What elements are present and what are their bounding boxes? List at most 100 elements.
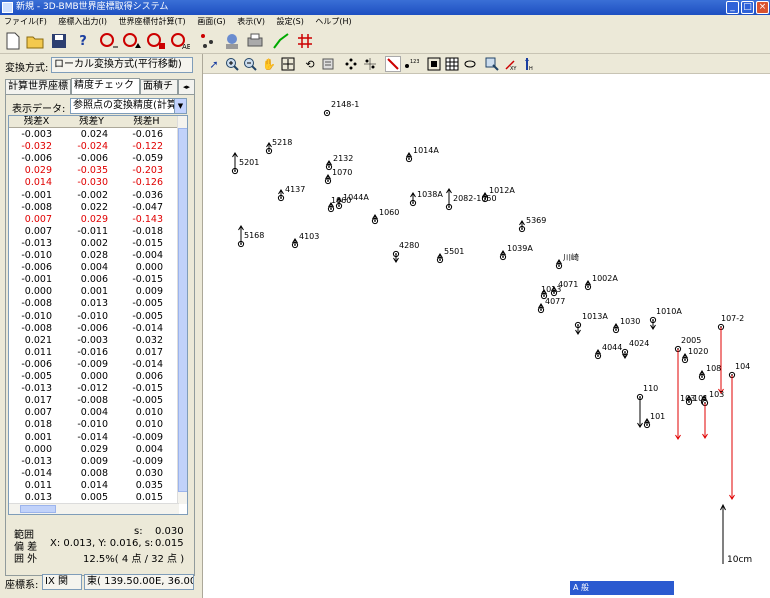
survey-point[interactable]: 1030 (612, 317, 640, 334)
close-button[interactable]: × (756, 1, 769, 14)
table-row[interactable]: -0.013 0.002 -0.015 (9, 238, 179, 250)
survey-point[interactable]: 1060 (371, 208, 399, 225)
survey-point[interactable]: 1014A (405, 146, 439, 163)
table-row[interactable]: -0.003 0.024 -0.016 (9, 129, 179, 141)
header-residual-x[interactable]: 残差X (9, 116, 64, 128)
tab-accuracy-check[interactable]: 精度チェック (71, 78, 140, 94)
table-row[interactable]: -0.010 -0.010 -0.005 (9, 311, 179, 323)
table-row[interactable]: -0.032 -0.024 -0.122 (9, 141, 179, 153)
chevron-down-icon[interactable]: ▼ (174, 99, 186, 113)
table-row[interactable]: 0.000 0.029 0.004 (9, 444, 179, 456)
survey-point[interactable]: 1013A (574, 312, 608, 335)
table-row[interactable]: 0.014 -0.030 -0.126 (9, 177, 179, 189)
survey-point[interactable]: 1002A (584, 274, 618, 291)
table-row[interactable]: -0.008 0.022 -0.047 (9, 202, 179, 214)
survey-point[interactable]: 1010A (649, 307, 682, 330)
tab-world-coords[interactable]: 計算世界座標 (5, 79, 71, 94)
table-row[interactable]: -0.010 0.028 -0.004 (9, 250, 179, 262)
point-label: 2148-1 (331, 100, 359, 109)
table-row[interactable]: -0.001 0.006 -0.015 (9, 274, 179, 286)
point-label: 1060 (379, 208, 399, 217)
survey-point[interactable]: 108 (698, 364, 721, 381)
search-people-icon[interactable] (222, 31, 242, 51)
menu-view[interactable]: 表示(V) (237, 17, 265, 26)
survey-point[interactable]: 5369 (518, 216, 546, 233)
survey-point[interactable]: 4044 (594, 343, 622, 360)
header-residual-h[interactable]: 残差H (119, 116, 174, 128)
cell-residual-h: -0.036 (132, 189, 163, 201)
table-row[interactable]: 0.017 -0.008 -0.005 (9, 395, 179, 407)
print-icon[interactable] (245, 31, 265, 51)
calc-tool-2-icon[interactable] (122, 31, 142, 51)
survey-point[interactable]: 1020 (681, 347, 708, 364)
table-row[interactable]: -0.005 0.000 0.006 (9, 371, 179, 383)
vertical-scrollbar[interactable] (177, 116, 187, 504)
survey-point[interactable]: 4103 (291, 232, 319, 249)
survey-point[interactable]: 1070 (324, 168, 352, 185)
menu-calc[interactable]: 世界座標付計算(T) (119, 17, 186, 26)
grid-tool-icon[interactable] (295, 31, 315, 51)
survey-point[interactable]: 4137 (277, 185, 305, 202)
table-row[interactable]: -0.013 0.009 -0.009 (9, 456, 179, 468)
table-row[interactable]: 0.000 0.001 0.009 (9, 286, 179, 298)
table-row[interactable]: -0.008 0.013 -0.005 (9, 298, 179, 310)
ime-toolbar[interactable]: A 般 (569, 580, 675, 596)
menu-file[interactable]: ファイル(F) (4, 17, 47, 26)
survey-point[interactable]: 104 (728, 362, 750, 500)
survey-point[interactable]: 4024 (621, 339, 649, 359)
table-row[interactable]: 0.007 -0.011 -0.018 (9, 226, 179, 238)
tab-scroll-arrows-icon[interactable]: ◂▸ (178, 79, 195, 94)
table-row[interactable]: 0.021 -0.003 0.032 (9, 335, 179, 347)
calc-tool-4-icon[interactable]: AB (170, 31, 190, 51)
table-row[interactable]: 0.018 -0.010 0.010 (9, 419, 179, 431)
survey-point[interactable]: 1039A (499, 244, 533, 261)
scroll-thumb-h[interactable] (20, 505, 56, 513)
calc-tool-3-icon[interactable] (146, 31, 166, 51)
open-folder-icon[interactable] (26, 31, 46, 51)
menu-settings[interactable]: 設定(S) (277, 17, 304, 26)
tab-area[interactable]: 面積チ (140, 79, 178, 94)
table-row[interactable]: -0.008 -0.006 -0.014 (9, 323, 179, 335)
points-tool-icon[interactable] (198, 31, 218, 51)
table-row[interactable]: 0.007 0.004 0.010 (9, 407, 179, 419)
scroll-thumb[interactable] (178, 128, 187, 492)
minimize-button[interactable]: _ (726, 1, 739, 14)
plot-canvas-area[interactable]: ➚ ✋ ⟲ 123 XY H 2148-1 5218 5201 2132 107… (202, 54, 770, 598)
survey-point[interactable]: 4280 (392, 241, 419, 263)
calc-tool-1-icon[interactable] (99, 31, 119, 51)
table-row[interactable]: -0.006 -0.006 -0.059 (9, 153, 179, 165)
horizontal-scrollbar[interactable] (9, 503, 179, 514)
survey-point[interactable]: 4077 (537, 297, 565, 314)
survey-point[interactable]: 5168 (237, 225, 264, 248)
table-row[interactable]: -0.014 0.008 0.030 (9, 468, 179, 480)
menu-io[interactable]: 座標入出力(I) (58, 17, 107, 26)
display-data-select[interactable]: 参照点の変換精度(計算値) ▼ (70, 98, 187, 114)
help-icon[interactable]: ? (73, 31, 93, 51)
table-row[interactable]: -0.001 -0.002 -0.036 (9, 190, 179, 202)
survey-point[interactable]: 川崎 (555, 252, 579, 270)
table-row[interactable]: 0.007 0.029 -0.143 (9, 214, 179, 226)
survey-point[interactable]: 101 (643, 412, 665, 429)
survey-point[interactable]: 1038A (409, 190, 443, 207)
menu-screen[interactable]: 画面(G) (197, 17, 225, 26)
table-row[interactable]: 0.029 -0.035 -0.203 (9, 165, 179, 177)
save-icon[interactable] (49, 31, 69, 51)
table-row[interactable]: -0.006 -0.009 -0.014 (9, 359, 179, 371)
survey-point[interactable]: 2148-1 (323, 100, 359, 117)
survey-point[interactable]: 5201 (231, 152, 259, 175)
header-residual-y[interactable]: 残差Y (64, 116, 119, 128)
new-file-icon[interactable] (3, 31, 23, 51)
survey-point[interactable]: 5218 (265, 138, 292, 155)
table-row[interactable]: 0.011 0.014 0.035 (9, 480, 179, 492)
survey-point[interactable]: 107-2 (717, 314, 744, 394)
table-row[interactable]: 0.001 -0.014 -0.009 (9, 432, 179, 444)
table-row[interactable]: -0.006 0.004 0.000 (9, 262, 179, 274)
menu-help[interactable]: ヘルプ(H) (315, 17, 351, 26)
residual-vector-plot[interactable]: 2148-1 5218 5201 2132 1070 1014A 4137 1060 1044A… (203, 54, 770, 598)
table-row[interactable]: 0.011 -0.016 0.017 (9, 347, 179, 359)
table-row[interactable]: -0.013 -0.012 -0.015 (9, 383, 179, 395)
survey-point[interactable]: 5501 (436, 247, 464, 264)
maximize-button[interactable]: □ (741, 1, 754, 14)
cell-residual-y: -0.024 (77, 141, 108, 153)
route-tool-icon[interactable] (271, 31, 291, 51)
